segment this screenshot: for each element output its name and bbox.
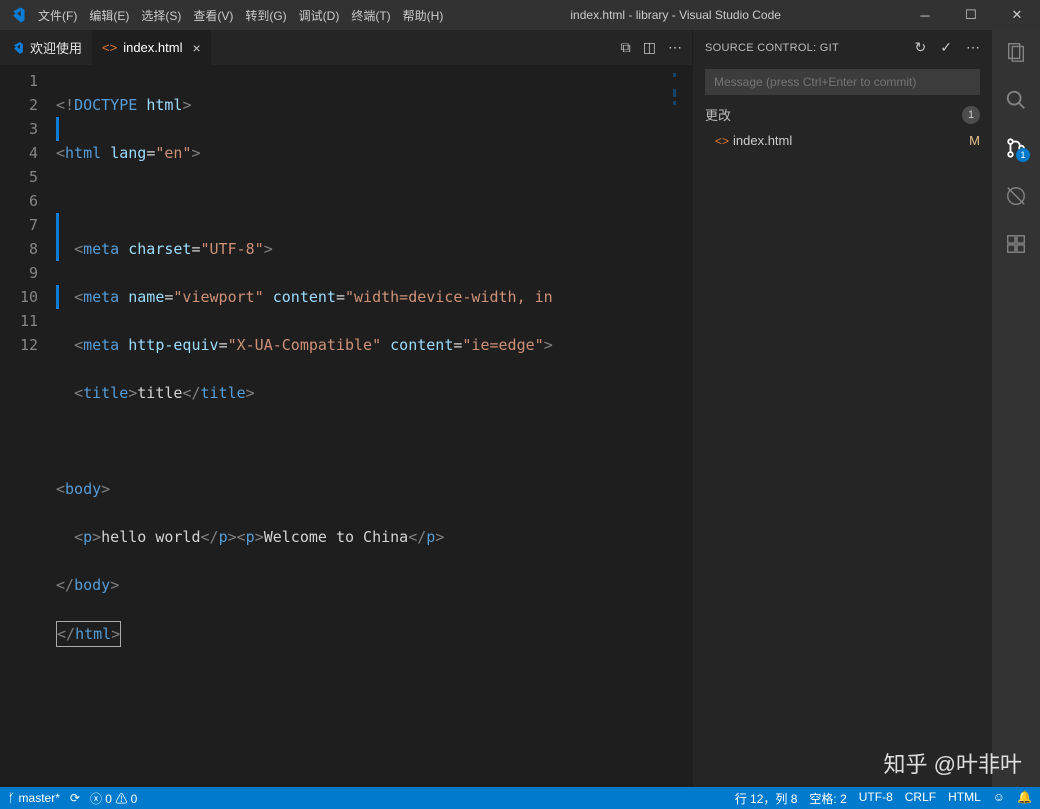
- more-icon[interactable]: ⋯: [966, 39, 980, 56]
- changes-count-badge: 1: [962, 106, 980, 124]
- scm-changes-section[interactable]: 更改 1: [693, 99, 992, 130]
- tab-index-html[interactable]: <> index.html ×: [92, 30, 211, 65]
- source-control-panel: SOURCE CONTROL: GIT ↻ ✓ ⋯ 更改 1 <> index.…: [692, 30, 992, 787]
- code-content[interactable]: <!DOCTYPE html> <html lang="en"> <meta c…: [56, 65, 692, 787]
- status-bar: ᚶ master* ⟳ ⓧ 0 ⚠ 0 行 12，列 8 空格: 2 UTF-8…: [0, 787, 1040, 809]
- tab-bar: 欢迎使用 <> index.html × ⧉ ◫ ⋯: [0, 30, 692, 65]
- tab-welcome[interactable]: 欢迎使用: [0, 30, 92, 65]
- minimize-button[interactable]: ─: [902, 0, 948, 30]
- watermark: 知乎 @叶非叶: [884, 747, 1022, 779]
- editor-area[interactable]: 123456789101112 <!DOCTYPE html> <html la…: [0, 65, 692, 787]
- split-editor-icon[interactable]: ◫: [643, 39, 656, 56]
- menu-view[interactable]: 查看(V): [187, 7, 239, 24]
- minimap[interactable]: [616, 65, 676, 787]
- menu-select[interactable]: 选择(S): [135, 7, 187, 24]
- window-title: index.html - library - Visual Studio Cod…: [449, 8, 902, 22]
- cursor-position[interactable]: 行 12，列 8: [735, 790, 798, 807]
- maximize-button[interactable]: ☐: [948, 0, 994, 30]
- sync-icon[interactable]: ⟳: [70, 791, 80, 805]
- menu-help[interactable]: 帮助(H): [397, 7, 450, 24]
- menu-terminal[interactable]: 终端(T): [345, 7, 396, 24]
- files-icon[interactable]: [1004, 40, 1028, 64]
- menu-file[interactable]: 文件(F): [32, 7, 83, 24]
- more-actions-icon[interactable]: ⋯: [668, 39, 682, 56]
- menu-debug[interactable]: 调试(D): [293, 7, 346, 24]
- vscode-logo-icon: [8, 6, 26, 24]
- branch-indicator[interactable]: ᚶ master*: [8, 791, 60, 805]
- menu-goto[interactable]: 转到(G): [239, 7, 292, 24]
- tab-label: 欢迎使用: [30, 38, 82, 57]
- refresh-icon[interactable]: ↻: [915, 39, 927, 56]
- scm-badge: 1: [1016, 148, 1030, 162]
- activity-bar: 1: [992, 30, 1040, 787]
- encoding[interactable]: UTF-8: [859, 790, 893, 807]
- close-tab-icon[interactable]: ×: [192, 40, 200, 56]
- modified-badge: M: [969, 133, 980, 148]
- menu-edit[interactable]: 编辑(E): [83, 7, 135, 24]
- eol[interactable]: CRLF: [905, 790, 936, 807]
- commit-icon[interactable]: ✓: [940, 39, 952, 56]
- notifications-icon[interactable]: 🔔: [1017, 790, 1032, 807]
- source-control-icon[interactable]: 1: [1004, 136, 1028, 160]
- language-mode[interactable]: HTML: [948, 790, 981, 807]
- html-file-icon: <>: [715, 134, 729, 148]
- line-numbers: 123456789101112: [0, 65, 56, 787]
- html-file-icon: <>: [102, 40, 117, 55]
- scm-title: SOURCE CONTROL: GIT: [705, 42, 839, 54]
- vscode-icon: [10, 41, 24, 55]
- compare-changes-icon[interactable]: ⧉: [621, 39, 631, 56]
- extensions-icon[interactable]: [1004, 232, 1028, 256]
- indentation[interactable]: 空格: 2: [809, 790, 846, 807]
- debug-icon[interactable]: [1004, 184, 1028, 208]
- tab-label: index.html: [123, 40, 182, 55]
- search-icon[interactable]: [1004, 88, 1028, 112]
- scm-file-item[interactable]: <> index.html M: [693, 130, 992, 151]
- problems-indicator[interactable]: ⓧ 0 ⚠ 0: [90, 790, 137, 807]
- titlebar: 文件(F) 编辑(E) 选择(S) 查看(V) 转到(G) 调试(D) 终端(T…: [0, 0, 1040, 30]
- feedback-icon[interactable]: ☺: [993, 790, 1005, 807]
- close-button[interactable]: ✕: [994, 0, 1040, 30]
- commit-message-input[interactable]: [705, 69, 980, 95]
